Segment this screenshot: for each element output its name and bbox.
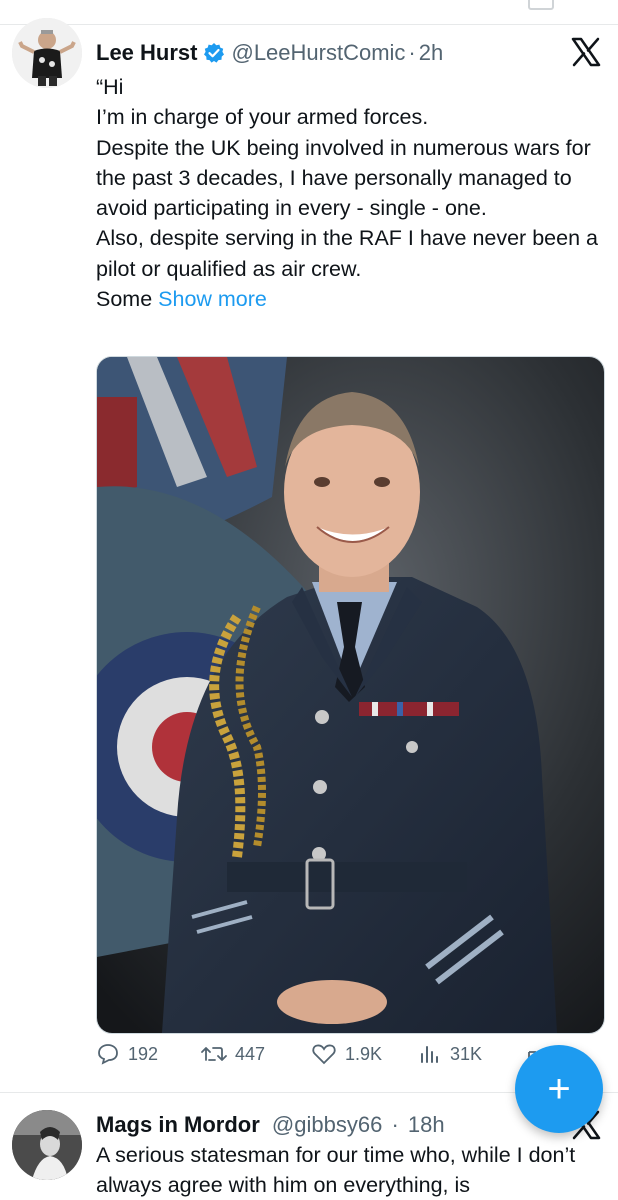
views-icon xyxy=(421,1046,438,1063)
tweet-photo[interactable] xyxy=(96,356,605,1034)
plus-icon: + xyxy=(547,1066,571,1111)
avatar[interactable] xyxy=(12,18,82,88)
like-count: 1.9K xyxy=(345,1043,383,1064)
timestamp[interactable]: 2h xyxy=(419,40,443,66)
author-name[interactable]: Lee Hurst xyxy=(96,40,197,66)
views-count: 31K xyxy=(450,1043,483,1064)
truncated-text: Some xyxy=(96,287,159,312)
author-handle[interactable]: @gibbsy66 xyxy=(272,1112,382,1137)
repost-button[interactable]: 447 xyxy=(201,1042,265,1066)
tweet-text: “Hi I’m in charge of your armed forces. … xyxy=(96,72,601,314)
tweet-header: Mags in Mordor @gibbsy66 · 18h xyxy=(96,1112,445,1138)
author-name[interactable]: Mags in Mordor xyxy=(96,1112,260,1137)
tweet-line: Also, despite serving in the RAF I have … xyxy=(96,226,598,281)
repost-count: 447 xyxy=(235,1043,266,1064)
timestamp[interactable]: 18h xyxy=(408,1112,445,1137)
like-icon xyxy=(312,1044,336,1065)
tweet-header: Lee Hurst @LeeHurstComic · 2h xyxy=(96,40,443,66)
compose-button[interactable]: + xyxy=(515,1045,603,1133)
tweet-line: “Hi xyxy=(96,75,124,99)
avatar[interactable] xyxy=(12,1110,82,1180)
show-more-link[interactable]: Show more xyxy=(158,287,267,311)
separator: · xyxy=(391,1112,399,1137)
views-button[interactable]: 31K xyxy=(418,1042,482,1066)
verified-badge-icon xyxy=(203,42,225,64)
tweet-lee-hurst[interactable]: Lee Hurst @LeeHurstComic · 2h “Hi I’m in… xyxy=(0,0,618,1092)
reply-count: 192 xyxy=(128,1043,159,1064)
like-button[interactable]: 1.9K xyxy=(311,1042,382,1066)
tweet-text: A serious statesman for our time who, wh… xyxy=(96,1143,576,1197)
x-logo-icon[interactable] xyxy=(570,36,602,68)
reply-icon xyxy=(98,1044,118,1065)
separator: · xyxy=(408,40,416,65)
tweet-line-truncated: Some Show more xyxy=(96,284,601,314)
tweet-line: Despite the UK being involved in numerou… xyxy=(96,135,591,221)
tweet-line: I’m in charge of your armed forces. xyxy=(96,105,429,130)
reply-button[interactable]: 192 xyxy=(96,1042,158,1066)
repost-icon xyxy=(201,1047,227,1061)
author-handle[interactable]: @LeeHurstComic xyxy=(231,40,405,66)
